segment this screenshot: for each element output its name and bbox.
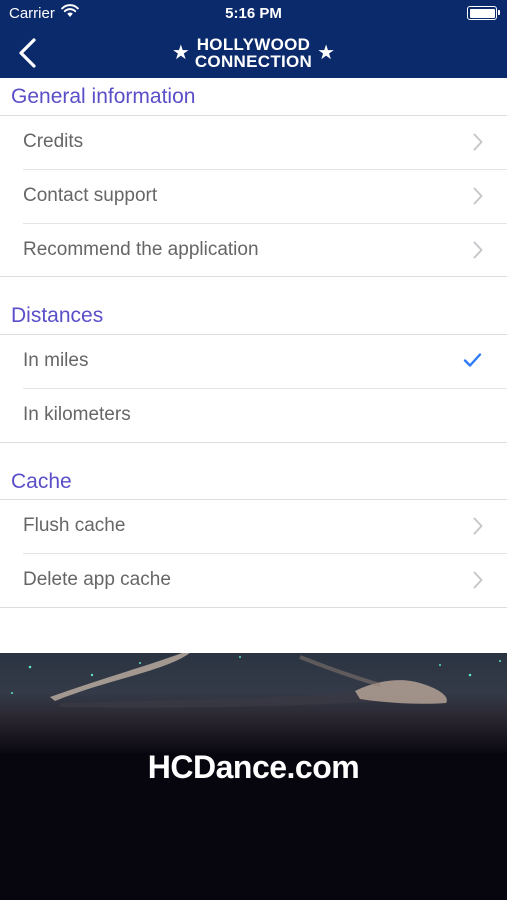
chevron-right-icon	[473, 187, 483, 205]
row-label: Recommend the application	[23, 239, 259, 260]
row-label: In miles	[23, 350, 89, 371]
promo-banner[interactable]: HCDance.com	[0, 653, 507, 900]
battery-icon	[467, 6, 500, 20]
divider	[0, 276, 507, 277]
delete-app-cache-row[interactable]: Delete app cache	[0, 554, 507, 607]
clock: 5:16 PM	[225, 5, 282, 22]
section-header-distances: Distances	[11, 304, 104, 327]
flush-cache-row[interactable]: Flush cache	[0, 500, 507, 553]
kilometers-option-row[interactable]: In kilometers	[0, 389, 507, 442]
battery-level	[469, 8, 495, 18]
credits-row[interactable]: Credits	[0, 116, 507, 169]
settings-list: General information Credits Contact supp…	[0, 78, 507, 653]
navigation-bar: ★ HOLLYWOOD CONNECTION ★	[0, 28, 507, 78]
row-label: Credits	[23, 131, 84, 152]
app-logo: ★ HOLLYWOOD CONNECTION ★	[0, 36, 507, 70]
status-bar: Carrier 5:16 PM	[0, 0, 507, 28]
divider	[0, 607, 507, 608]
contact-support-row[interactable]: Contact support	[0, 170, 507, 223]
miles-option-row[interactable]: In miles	[0, 335, 507, 388]
logo-line-2: CONNECTION	[194, 52, 313, 71]
chevron-right-icon	[473, 133, 483, 151]
row-label: Flush cache	[23, 515, 126, 536]
chevron-right-icon	[473, 571, 483, 589]
star-icon: ★	[317, 42, 336, 64]
section-header-cache: Cache	[11, 470, 72, 493]
banner-site-text: HCDance.com	[147, 749, 360, 785]
logo-line-1: HOLLYWOOD	[196, 35, 311, 54]
row-label: In kilometers	[23, 404, 131, 425]
chevron-right-icon	[473, 517, 483, 535]
star-icon: ★	[171, 42, 190, 64]
recommend-app-row[interactable]: Recommend the application	[0, 224, 507, 277]
checkmark-icon	[463, 353, 482, 367]
chevron-right-icon	[473, 241, 483, 259]
row-label: Delete app cache	[23, 569, 171, 590]
row-label: Contact support	[23, 185, 158, 206]
divider	[0, 442, 507, 443]
dancer-image	[11, 653, 501, 708]
section-header-general: General information	[11, 85, 196, 108]
